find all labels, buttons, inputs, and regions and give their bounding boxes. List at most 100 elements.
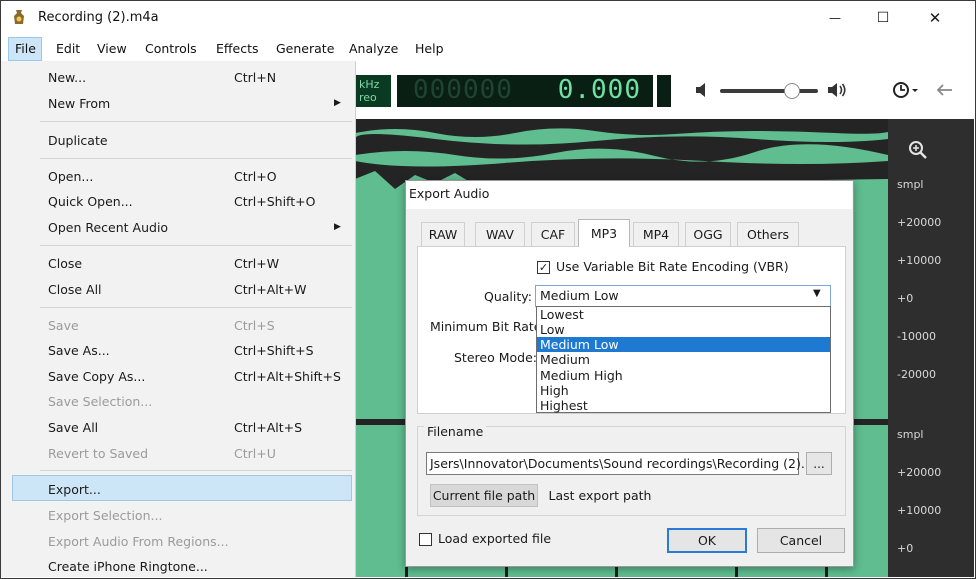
cancel-button[interactable]: Cancel <box>757 528 845 553</box>
quality-option-low[interactable]: Low <box>540 322 565 337</box>
ruler-unit-label: smpl <box>897 428 924 441</box>
shortcut-revert: Ctrl+U <box>234 446 276 461</box>
quality-label: Quality: <box>484 289 532 304</box>
quality-option-highest[interactable]: Highest <box>540 398 588 413</box>
sample-rate-display: kHz reo <box>355 75 391 107</box>
menu-item-save-as[interactable]: Save As... <box>48 343 110 358</box>
quality-option-medium-low[interactable]: Medium Low <box>540 337 619 352</box>
window-title: Recording (2).m4a <box>38 10 159 25</box>
menu-item-save-copy-as[interactable]: Save Copy As... <box>48 369 145 384</box>
min-bitrate-label: Minimum Bit Rate: <box>430 319 546 334</box>
quality-option-lowest[interactable]: Lowest <box>540 307 584 322</box>
menu-item-open-recent[interactable]: Open Recent Audio <box>48 220 168 235</box>
shortcut-save-copy-as: Ctrl+Alt+Shift+S <box>234 369 341 384</box>
ok-button[interactable]: OK <box>667 528 747 553</box>
ruler-tick-label: +10000 <box>897 504 942 517</box>
shortcut-new: Ctrl+N <box>234 70 277 85</box>
last-export-path-button[interactable]: Last export path <box>544 484 656 507</box>
ruler-tick-label: +0 <box>897 542 914 555</box>
shortcut-save: Ctrl+S <box>234 318 275 333</box>
file-path-value: Jsers\Innovator\Documents\Sound recordin… <box>430 456 833 471</box>
history-clock-icon[interactable] <box>892 80 920 103</box>
zoom-in-icon[interactable] <box>908 140 928 163</box>
volume-slider-thumb[interactable] <box>784 83 800 99</box>
shortcut-quick-open: Ctrl+Shift+O <box>234 194 316 209</box>
load-exported-checkbox[interactable] <box>419 533 432 546</box>
ruler-tick-label: +0 <box>897 292 914 305</box>
menu-controls[interactable]: Controls <box>145 41 197 56</box>
maximize-icon: ☐ <box>876 10 890 26</box>
tab-raw[interactable]: RAW <box>421 222 465 246</box>
menu-analyze[interactable]: Analyze <box>349 41 398 56</box>
filename-group-label: Filename <box>424 424 487 439</box>
volume-low-icon[interactable] <box>694 81 712 102</box>
menu-generate[interactable]: Generate <box>276 41 334 56</box>
menu-item-export[interactable]: Export... <box>48 482 101 497</box>
menu-item-save-selection: Save Selection... <box>48 394 153 409</box>
menu-item-revert: Revert to Saved <box>48 446 149 461</box>
menu-separator <box>40 470 352 471</box>
lcd-channel-mode: reo <box>359 91 377 104</box>
menu-item-export-regions: Export Audio From Regions... <box>48 534 229 549</box>
menu-file[interactable]: File <box>15 41 36 56</box>
tab-mp4[interactable]: MP4 <box>633 222 679 246</box>
vbr-checkbox[interactable]: ✓ <box>537 261 550 274</box>
quality-option-high[interactable]: High <box>540 383 569 398</box>
stereo-mode-label: Stereo Mode: <box>454 350 537 365</box>
ruler-tick-label: +10000 <box>897 254 942 267</box>
quality-selected-value: Medium Low <box>540 288 619 303</box>
tab-caf[interactable]: CAF <box>531 222 575 246</box>
volume-slider[interactable] <box>720 89 818 93</box>
checkmark-icon: ✓ <box>538 261 549 274</box>
time-value: 0.000 <box>557 75 641 105</box>
ruler-tick-label: +20000 <box>897 216 942 229</box>
ruler-tick-label: +20000 <box>897 466 942 479</box>
minimize-icon: — <box>829 11 841 25</box>
tab-mp3[interactable]: MP3 <box>578 219 630 247</box>
current-file-path-button[interactable]: Current file path <box>430 484 538 507</box>
lcd-rate-unit: kHz <box>359 78 380 91</box>
tab-ogg[interactable]: OGG <box>685 222 731 246</box>
load-exported-label: Load exported file <box>438 531 552 546</box>
tab-others[interactable]: Others <box>737 222 799 246</box>
ruler-tick-label: -20000 <box>897 368 936 381</box>
chevron-down-icon[interactable]: ▼ <box>813 288 821 299</box>
menu-item-quick-open[interactable]: Quick Open... <box>48 194 133 209</box>
quality-option-medium-high[interactable]: Medium High <box>540 368 623 383</box>
menu-item-open[interactable]: Open... <box>48 169 93 184</box>
time-unit-indicator <box>657 75 671 107</box>
tab-wav[interactable]: WAV <box>475 222 525 246</box>
close-button[interactable]: ✕ <box>912 2 958 34</box>
vbr-label: Use Variable Bit Rate Encoding (VBR) <box>556 259 789 274</box>
menu-item-export-selection: Export Selection... <box>48 508 163 523</box>
menu-item-close-all[interactable]: Close All <box>48 282 102 297</box>
maximize-button[interactable]: ☐ <box>860 2 906 34</box>
shortcut-save-all: Ctrl+Alt+S <box>234 420 303 435</box>
app-logo-icon <box>12 10 26 26</box>
menu-view[interactable]: View <box>97 41 127 56</box>
menu-item-duplicate[interactable]: Duplicate <box>48 133 108 148</box>
menu-separator <box>40 121 352 122</box>
ruler-tick-label: -10000 <box>897 330 936 343</box>
time-ghost-digits: 000000 <box>413 75 513 105</box>
shortcut-close: Ctrl+W <box>234 256 280 271</box>
menu-item-new-from[interactable]: New From <box>48 96 110 111</box>
menu-item-new[interactable]: New... <box>48 70 86 85</box>
menu-effects[interactable]: Effects <box>216 41 259 56</box>
submenu-arrow-icon: ▶ <box>334 222 341 232</box>
menu-item-save-all[interactable]: Save All <box>48 420 98 435</box>
menu-help[interactable]: Help <box>415 41 444 56</box>
menu-edit[interactable]: Edit <box>56 41 80 56</box>
shortcut-save-as: Ctrl+Shift+S <box>234 343 314 358</box>
time-display: 000000 0.000 <box>397 75 653 107</box>
menu-separator <box>40 307 352 308</box>
back-arrow-icon[interactable] <box>934 82 954 101</box>
volume-high-icon[interactable] <box>826 81 848 102</box>
browse-button[interactable]: ... <box>806 452 832 475</box>
menu-separator <box>40 245 352 246</box>
minimize-button[interactable]: — <box>812 2 858 34</box>
submenu-arrow-icon: ▶ <box>334 98 341 108</box>
menu-item-close[interactable]: Close <box>48 256 82 271</box>
menu-item-create-ringtone[interactable]: Create iPhone Ringtone... <box>48 559 208 574</box>
quality-option-medium[interactable]: Medium <box>540 352 590 367</box>
